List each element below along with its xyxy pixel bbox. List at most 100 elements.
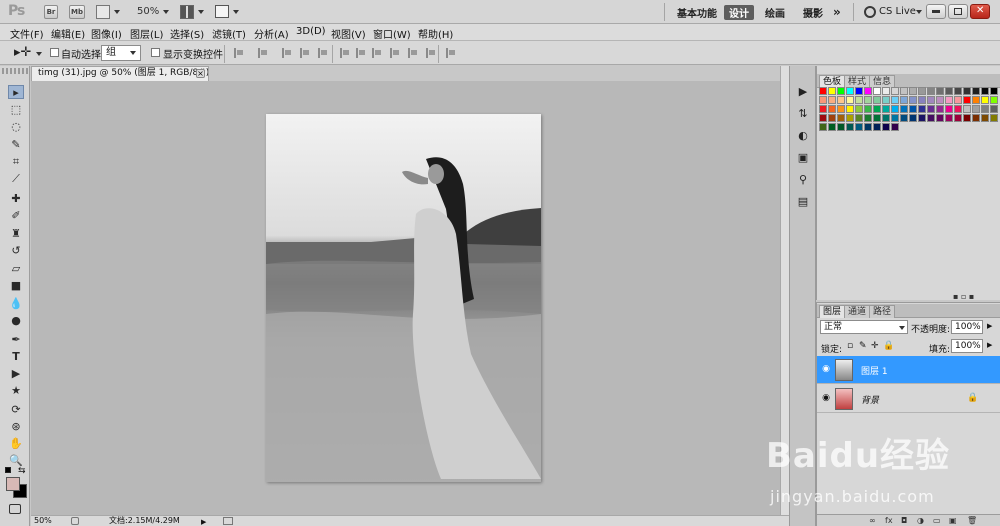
color-swatch[interactable] <box>972 105 980 113</box>
layer-row[interactable]: ◉ 背景 🔒 <box>817 385 1000 413</box>
color-swatch[interactable] <box>900 96 908 104</box>
color-swatch[interactable] <box>945 87 953 95</box>
color-swatch[interactable] <box>963 114 971 122</box>
color-swatch[interactable] <box>927 87 935 95</box>
type-tool-icon[interactable]: T <box>8 350 24 364</box>
menu-help[interactable]: 帮助(H) <box>418 26 453 41</box>
foreground-color-swatch[interactable] <box>6 477 20 491</box>
menu-layer[interactable]: 图层(L) <box>130 26 163 41</box>
color-swatch[interactable] <box>828 114 836 122</box>
color-swatch[interactable] <box>918 105 926 113</box>
color-swatch[interactable] <box>828 123 836 131</box>
color-swatch[interactable] <box>990 105 998 113</box>
color-swatch[interactable] <box>819 123 827 131</box>
view-extras-button[interactable] <box>96 5 110 19</box>
color-swatch[interactable] <box>900 105 908 113</box>
color-swatch[interactable] <box>873 96 881 104</box>
bridge-button[interactable]: Br <box>44 5 58 19</box>
document-image[interactable] <box>266 114 541 482</box>
tab-channels[interactable]: 通道 <box>844 305 871 318</box>
color-swatch[interactable] <box>864 96 872 104</box>
eye-icon[interactable]: ◉ <box>821 364 831 374</box>
dodge-tool-icon[interactable]: ● <box>8 314 24 328</box>
fill-field[interactable]: 100% <box>951 339 983 353</box>
color-swatch[interactable] <box>837 123 845 131</box>
color-swatch[interactable] <box>882 105 890 113</box>
screen-mode-button[interactable] <box>215 5 229 18</box>
color-swatch[interactable] <box>846 105 854 113</box>
close-button[interactable]: ✕ <box>970 4 990 19</box>
color-swatch[interactable] <box>981 87 989 95</box>
color-swatch[interactable] <box>837 96 845 104</box>
document-tab[interactable]: timg (31).jpg @ 50% (图层 1, RGB/8#) * × <box>31 66 209 81</box>
blur-tool-icon[interactable]: 💧 <box>8 297 24 311</box>
color-swatch[interactable] <box>990 114 998 122</box>
chevron-down-icon[interactable] <box>163 10 169 14</box>
color-swatch[interactable] <box>909 96 917 104</box>
color-swatch[interactable] <box>990 96 998 104</box>
color-swatch[interactable] <box>909 114 917 122</box>
color-swatch[interactable] <box>945 105 953 113</box>
histogram-panel-icon[interactable]: ▣ <box>796 152 810 164</box>
color-swatch[interactable] <box>936 96 944 104</box>
auto-select-dropdown[interactable]: 组 <box>101 45 141 61</box>
color-swatch[interactable] <box>918 96 926 104</box>
color-swatch[interactable] <box>954 114 962 122</box>
color-swatch[interactable] <box>828 87 836 95</box>
lock-image-icon[interactable]: ✎ <box>859 341 867 351</box>
distribute-vcenter-icon[interactable] <box>356 48 366 58</box>
group-icon[interactable]: ▭ <box>933 515 941 526</box>
tab-layers[interactable]: 图层 <box>819 305 846 318</box>
color-swatch[interactable] <box>963 105 971 113</box>
color-swatch[interactable] <box>882 96 890 104</box>
new-layer-icon[interactable]: ▣ <box>949 515 957 526</box>
workspace-essentials[interactable]: 基本功能 <box>672 5 722 20</box>
workspace-design[interactable]: 设计 <box>724 5 754 20</box>
color-swatch[interactable] <box>891 96 899 104</box>
marquee-tool-icon[interactable]: ⬚ <box>8 103 24 117</box>
pen-tool-icon[interactable]: ✒ <box>8 333 24 347</box>
align-top-icon[interactable] <box>234 48 244 58</box>
color-swatch[interactable] <box>909 105 917 113</box>
mini-bridge-button[interactable]: Mb <box>69 5 85 19</box>
clone-source-panel-icon[interactable]: ⚲ <box>796 174 810 186</box>
swap-colors-icon[interactable]: ⇆ <box>18 466 26 476</box>
default-colors-icon[interactable] <box>5 467 11 473</box>
color-swatch[interactable] <box>855 96 863 104</box>
color-swatch[interactable] <box>819 87 827 95</box>
color-swatch[interactable] <box>981 105 989 113</box>
swatch-panel-footer-icons[interactable]: ▪ ▫ ▪ <box>953 292 974 301</box>
color-swatch[interactable] <box>828 105 836 113</box>
distribute-hcenter-icon[interactable] <box>408 48 418 58</box>
color-swatch[interactable] <box>828 96 836 104</box>
3d-orbit-tool-icon[interactable]: ⊛ <box>8 420 24 434</box>
color-swatch[interactable] <box>819 114 827 122</box>
distribute-right-icon[interactable] <box>426 48 436 58</box>
3d-rotate-tool-icon[interactable]: ⟳ <box>8 403 24 417</box>
actions-panel-icon[interactable]: ▶ <box>796 86 810 98</box>
eye-icon[interactable]: ◉ <box>821 393 831 403</box>
path-selection-tool-icon[interactable]: ▶ <box>8 367 24 381</box>
adjustment-layer-icon[interactable]: ◑ <box>917 515 924 526</box>
color-swatch[interactable] <box>855 87 863 95</box>
align-bottom-icon[interactable] <box>282 48 292 58</box>
menu-window[interactable]: 窗口(W) <box>373 26 411 41</box>
lasso-tool-icon[interactable]: ◌ <box>8 120 24 134</box>
color-swatch[interactable] <box>837 105 845 113</box>
cs-live-button[interactable]: CS Live <box>879 6 916 17</box>
color-swatch[interactable] <box>864 123 872 131</box>
color-swatch[interactable] <box>945 114 953 122</box>
crop-tool-icon[interactable]: ⌗ <box>8 155 24 169</box>
clone-stamp-tool-icon[interactable]: ♜ <box>8 227 24 241</box>
more-workspaces-button[interactable]: » <box>828 5 846 20</box>
color-swatch[interactable] <box>819 96 827 104</box>
color-swatch[interactable] <box>855 105 863 113</box>
color-swatch[interactable] <box>963 87 971 95</box>
color-swatch[interactable] <box>891 114 899 122</box>
gradient-tool-icon[interactable]: ■ <box>8 279 24 293</box>
color-swatch[interactable] <box>873 105 881 113</box>
color-swatch[interactable] <box>981 114 989 122</box>
adjustments-panel-icon[interactable]: ⇅ <box>796 108 810 120</box>
menu-select[interactable]: 选择(S) <box>170 26 204 41</box>
toolbox-grip[interactable] <box>2 68 28 74</box>
